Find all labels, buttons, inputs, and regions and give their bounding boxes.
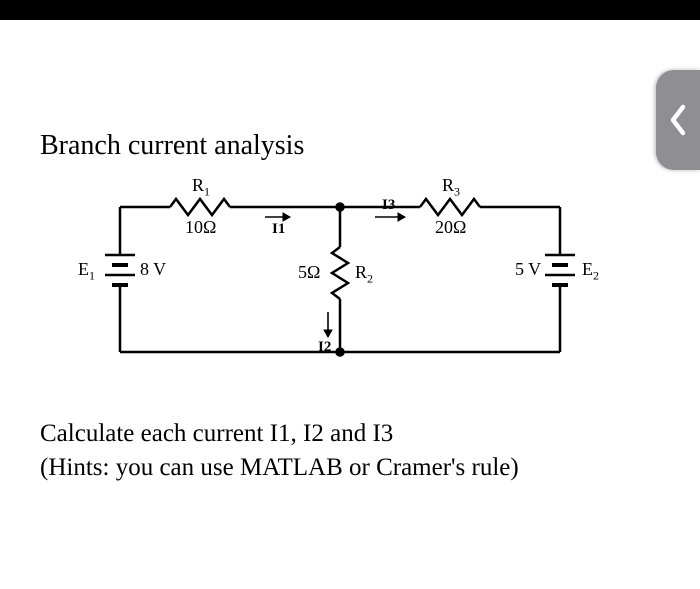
e2-label: E2	[582, 259, 599, 284]
chevron-left-icon	[668, 103, 688, 137]
e1-label: E1	[78, 259, 95, 284]
i3-label: I3	[382, 197, 395, 214]
e2-value: 5 V	[515, 259, 541, 280]
r1-value: 10Ω	[185, 217, 216, 238]
i1-label: I1	[272, 221, 285, 238]
e1-value: 8 V	[140, 259, 166, 280]
r2-label: R2	[355, 262, 373, 287]
r3-label: R3	[442, 175, 460, 200]
i2-label: I2	[318, 339, 331, 356]
instruction-text: Calculate each current I1, I2 and I3 (Hi…	[40, 417, 660, 485]
circuit-diagram: R1 10Ω R3 20Ω R2 5Ω E1 8 V E2 5 V I1 I3 …	[60, 177, 620, 377]
instruction-line-2: (Hints: you can use MATLAB or Cramer's r…	[40, 451, 660, 485]
prev-button[interactable]	[656, 70, 700, 170]
page-title: Branch current analysis	[40, 130, 660, 162]
r3-value: 20Ω	[435, 217, 466, 238]
r2-value: 5Ω	[298, 262, 320, 283]
document-page: Branch current analysis	[0, 20, 700, 589]
r1-label: R1	[192, 175, 210, 200]
instruction-line-1: Calculate each current I1, I2 and I3	[40, 417, 660, 451]
